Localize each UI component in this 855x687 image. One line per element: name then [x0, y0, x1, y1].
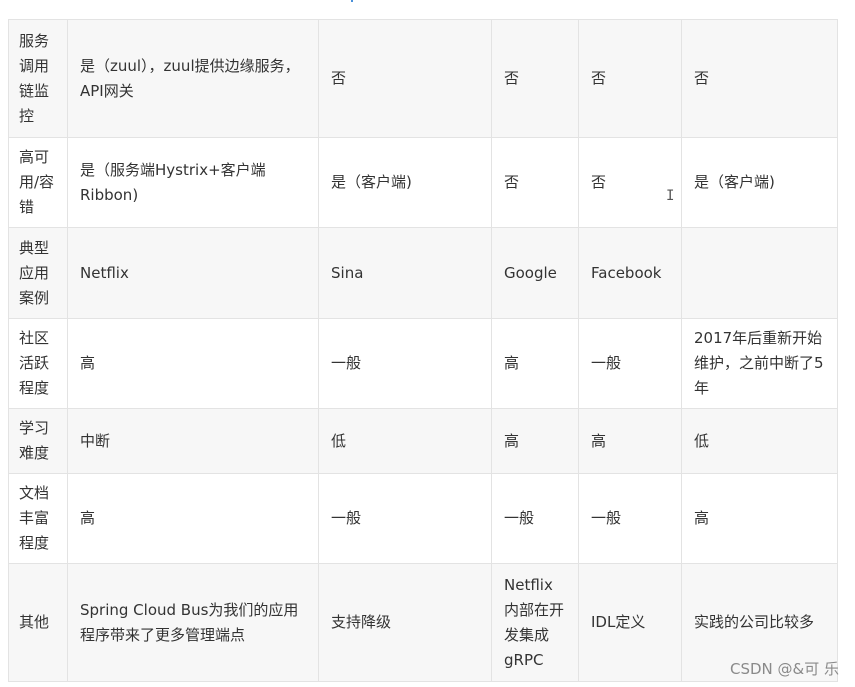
- table-cell: Sina: [318, 227, 492, 319]
- top-dot: [351, 0, 353, 2]
- table-cell: 2017年后重新开始维护，之前中断了5年: [681, 318, 838, 409]
- row-label: 社区活跃程度: [8, 318, 68, 409]
- table-cell: 高: [578, 408, 682, 474]
- table-cell: 是（客户端): [681, 137, 838, 228]
- table-cell: 低: [318, 408, 492, 474]
- table-cell: 低: [681, 408, 838, 474]
- watermark: CSDN @&可 乐: [730, 660, 839, 678]
- table-cell: Google: [491, 227, 579, 319]
- table-cell: 一般: [578, 473, 682, 564]
- table-cell: Netflix: [67, 227, 319, 319]
- table-cell: Spring Cloud Bus为我们的应用程序带来了更多管理端点: [67, 563, 319, 682]
- table-cell: 高: [491, 318, 579, 409]
- table-row: 文档丰富程度 高 一般 一般 一般 高: [8, 473, 838, 564]
- table-cell: 高: [67, 318, 319, 409]
- row-label: 文档丰富程度: [8, 473, 68, 564]
- table-cell: 否: [578, 19, 682, 138]
- table-cell: 否: [578, 137, 682, 228]
- table-cell: 是（服务端Hystrix+客户端Ribbon): [67, 137, 319, 228]
- text-cursor-icon: I: [666, 188, 675, 204]
- table-cell: 否: [318, 19, 492, 138]
- row-label: 高可用/容错: [8, 137, 68, 228]
- row-label: 学习难度: [8, 408, 68, 474]
- table-cell: Netflix内部在开发集成gRPC: [491, 563, 579, 682]
- row-label: 典型应用案例: [8, 227, 68, 319]
- table-cell: 支持降级: [318, 563, 492, 682]
- table-row: 典型应用案例 Netflix Sina Google Facebook: [8, 227, 838, 319]
- row-label: 服务调用链监控: [8, 19, 68, 138]
- table-cell: IDL定义: [578, 563, 682, 682]
- table-cell: 高: [491, 408, 579, 474]
- table-row: 高可用/容错 是（服务端Hystrix+客户端Ribbon) 是（客户端) 否 …: [8, 137, 838, 228]
- table-cell: 一般: [318, 473, 492, 564]
- table-cell: 否: [491, 19, 579, 138]
- comparison-table: 服务调用链监控 是（zuul），zuul提供边缘服务，API网关 否 否 否 否…: [8, 19, 838, 682]
- table-cell: 是（客户端): [318, 137, 492, 228]
- table-cell: 一般: [578, 318, 682, 409]
- table-cell: 高: [681, 473, 838, 564]
- table-cell: 中断: [67, 408, 319, 474]
- table-row: 社区活跃程度 高 一般 高 一般 2017年后重新开始维护，之前中断了5年: [8, 318, 838, 409]
- table-cell: 高: [67, 473, 319, 564]
- table-cell: Facebook: [578, 227, 682, 319]
- table-cell: 否: [681, 19, 838, 138]
- table-cell: 是（zuul），zuul提供边缘服务，API网关: [67, 19, 319, 138]
- table-cell: 一般: [491, 473, 579, 564]
- table-cell: [681, 227, 838, 319]
- table-cell: 一般: [318, 318, 492, 409]
- table-row: 学习难度 中断 低 高 高 低: [8, 408, 838, 474]
- table-row: 其他 Spring Cloud Bus为我们的应用程序带来了更多管理端点 支持降…: [8, 563, 838, 682]
- table-row: 服务调用链监控 是（zuul），zuul提供边缘服务，API网关 否 否 否 否: [8, 19, 838, 138]
- table-cell: 否: [491, 137, 579, 228]
- row-label: 其他: [8, 563, 68, 682]
